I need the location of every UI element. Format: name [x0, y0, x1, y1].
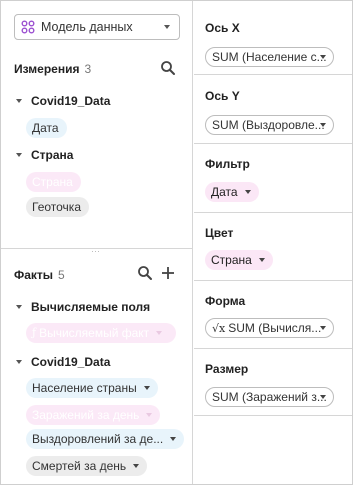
- field-chip-date[interactable]: Дата: [26, 118, 67, 138]
- facts-header: Факты 5: [14, 268, 65, 282]
- model-select-label: Модель данных: [41, 20, 133, 34]
- slot-shape-select[interactable]: √x SUM (Вычисля...: [205, 318, 334, 338]
- field-chip-label: Заражений за день: [32, 408, 140, 422]
- slot-value: Дата: [211, 185, 238, 199]
- group-title: Страна: [31, 148, 74, 162]
- chevron-down-icon: [258, 258, 265, 262]
- field-chip-infections[interactable]: Заражений за день: [26, 405, 161, 425]
- slot-shape: Форма √x SUM (Вычисля...: [194, 281, 352, 349]
- slot-y-axis-select[interactable]: SUM (Выздоровле...: [205, 115, 334, 135]
- splitter-grip-icon[interactable]: ⋯: [91, 246, 101, 257]
- slot-title: Цвет: [205, 226, 234, 240]
- field-chip-label: Вычисляемый факт: [39, 326, 150, 340]
- facts-count: 5: [58, 268, 65, 282]
- slot-size: Размер SUM (Заражений з...: [194, 349, 352, 416]
- chevron-down-icon: [16, 360, 22, 364]
- slot-title: Размер: [205, 362, 249, 376]
- chart-settings-panel: Ось X SUM (Население с... Ось Y SUM (Выз…: [194, 1, 352, 484]
- chevron-down-icon: [170, 437, 177, 441]
- function-icon: ƒ: [32, 326, 37, 339]
- search-icon[interactable]: [137, 265, 153, 281]
- chevron-down-icon: [133, 464, 140, 468]
- chevron-down-icon: [156, 331, 163, 335]
- field-chip-geopoint[interactable]: Геоточка: [26, 197, 89, 217]
- chevron-down-icon: [143, 386, 150, 390]
- slot-title: Фильтр: [205, 157, 250, 171]
- field-chip-calculated-fact[interactable]: ƒ Вычисляемый факт: [26, 323, 176, 343]
- group-country[interactable]: Страна: [14, 148, 73, 162]
- model-select[interactable]: Модель данных: [14, 14, 180, 40]
- slot-filter-chip[interactable]: Дата: [205, 182, 259, 202]
- slot-title: Ось X: [205, 21, 240, 35]
- chevron-down-icon: [16, 153, 22, 157]
- field-chip-label: Смертей за день: [32, 459, 127, 473]
- dimensions-count: 3: [84, 62, 92, 76]
- group-title: Вычисляемые поля: [31, 300, 151, 314]
- search-icon[interactable]: [160, 60, 176, 76]
- slot-color-chip[interactable]: Страна: [205, 250, 273, 270]
- chevron-down-icon: [320, 395, 326, 399]
- slot-size-select[interactable]: SUM (Заражений з...: [205, 387, 334, 407]
- slot-value: SUM (Заражений з...: [212, 390, 327, 404]
- field-chip-label: Население страны: [32, 381, 137, 395]
- group-calculated-fields[interactable]: Вычисляемые поля: [14, 300, 150, 314]
- field-chip-label: Выздоровлений за де...: [32, 432, 164, 446]
- chevron-down-icon: [320, 55, 326, 59]
- dimensions-title: Измерения: [14, 62, 80, 76]
- field-chip-country[interactable]: Страна: [26, 172, 81, 192]
- slot-value: SUM (Население с...: [212, 50, 327, 64]
- slot-value: SUM (Выздоровле...: [212, 118, 325, 132]
- group-covid19-data-facts[interactable]: Covid19_Data: [14, 355, 110, 369]
- field-chip-label: Дата: [32, 121, 59, 135]
- chevron-down-icon: [320, 123, 326, 127]
- field-chip-deaths[interactable]: Смертей за день: [26, 456, 148, 476]
- dimensions-header: Измерения 3: [14, 62, 91, 76]
- group-title: Covid19_Data: [31, 94, 111, 108]
- chevron-down-icon: [16, 305, 22, 309]
- field-chip-recoveries[interactable]: Выздоровлений за де...: [26, 429, 185, 449]
- slot-value: Страна: [211, 253, 252, 267]
- slot-x-axis-select[interactable]: SUM (Население с...: [205, 47, 334, 67]
- group-title: Covid19_Data: [31, 355, 111, 369]
- chevron-down-icon: [244, 190, 251, 194]
- slot-title: Форма: [205, 294, 246, 308]
- field-chip-label: Геоточка: [32, 200, 81, 214]
- chevron-down-icon: [164, 25, 170, 29]
- slot-value: SUM (Вычисля...: [228, 321, 322, 335]
- slot-x-axis: Ось X SUM (Население с...: [194, 1, 352, 75]
- slot-filter: Фильтр Дата: [194, 144, 352, 213]
- plus-icon[interactable]: [160, 265, 176, 281]
- chevron-down-icon: [146, 413, 153, 417]
- data-model-icon: [21, 20, 35, 34]
- facts-title: Факты: [14, 268, 54, 282]
- fields-panel: Модель данных Измерения 3 Covid19_Data Да…: [1, 1, 193, 484]
- slot-title: Ось Y: [205, 89, 240, 103]
- slot-color: Цвет Страна: [194, 213, 352, 281]
- chevron-down-icon: [16, 99, 22, 103]
- function-icon: √x: [212, 322, 226, 335]
- chevron-down-icon: [320, 326, 326, 330]
- group-covid19-data[interactable]: Covid19_Data: [14, 94, 110, 108]
- field-chip-label: Страна: [32, 175, 73, 189]
- field-chip-population[interactable]: Население страны: [26, 378, 158, 398]
- slot-y-axis: Ось Y SUM (Выздоровле...: [194, 75, 352, 144]
